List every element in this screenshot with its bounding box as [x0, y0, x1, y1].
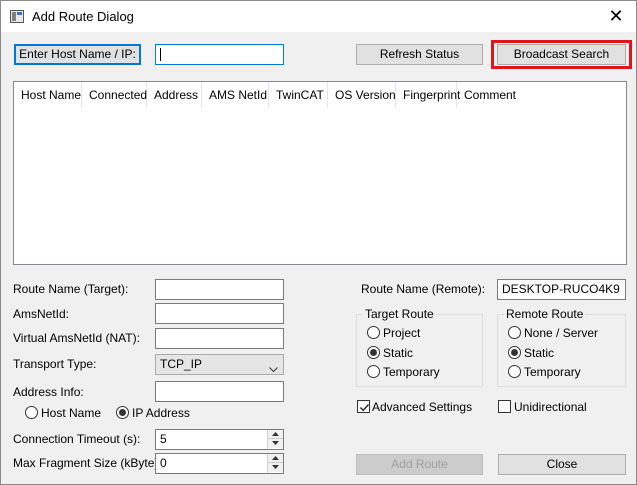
chevron-down-icon	[269, 360, 278, 373]
spin-down-icon[interactable]	[268, 439, 283, 448]
connection-timeout-spin-buttons	[267, 430, 283, 449]
transport-type-select[interactable]: TCP_IP	[155, 354, 284, 375]
max-fragment-label: Max Fragment Size (kByte):	[13, 456, 162, 470]
refresh-status-button[interactable]: Refresh Status	[356, 44, 483, 65]
connection-timeout-stepper[interactable]: 5	[155, 429, 284, 450]
close-button[interactable]: Close	[498, 454, 626, 475]
connection-timeout-label: Connection Timeout (s):	[13, 432, 141, 446]
address-info-label: Address Info:	[13, 385, 84, 399]
route-name-target-input[interactable]	[155, 279, 284, 300]
virtual-amsnetid-input[interactable]	[155, 328, 284, 349]
spin-up-icon[interactable]	[268, 454, 283, 463]
max-fragment-value: 0	[160, 456, 167, 470]
column-fingerprint[interactable]: Fingerprint	[396, 82, 460, 108]
host-list-table[interactable]: Host Name Connected Address AMS NetId Tw…	[13, 81, 627, 265]
remote-route-group: Remote Route None / Server Static Tempor…	[497, 307, 626, 387]
remote-route-none-radio[interactable]	[508, 326, 521, 339]
unidirectional-label: Unidirectional	[514, 400, 587, 414]
remote-route-none-label: None / Server	[524, 326, 599, 340]
broadcast-search-button[interactable]: Broadcast Search	[497, 44, 626, 65]
window-title: Add Route Dialog	[32, 9, 134, 24]
add-route-button[interactable]: Add Route	[356, 454, 483, 475]
route-name-target-label: Route Name (Target):	[13, 282, 129, 296]
app-window-icon	[10, 10, 24, 23]
amsnetid-input[interactable]	[155, 303, 284, 324]
column-comment[interactable]: Comment	[457, 82, 628, 108]
enter-host-button[interactable]: Enter Host Name / IP:	[14, 44, 141, 65]
remote-route-title: Remote Route	[504, 307, 586, 321]
title-bar: Add Route Dialog ✕	[1, 1, 636, 32]
radio-host-name-label: Host Name	[41, 406, 102, 420]
spin-up-icon[interactable]	[268, 430, 283, 439]
target-route-static-radio[interactable]	[367, 346, 380, 359]
column-os-version[interactable]: OS Version	[328, 82, 396, 108]
transport-type-label: Transport Type:	[13, 357, 97, 371]
unidirectional-checkbox[interactable]	[498, 400, 511, 413]
target-route-group: Target Route Project Static Temporary	[356, 307, 483, 387]
radio-host-name[interactable]	[25, 406, 38, 419]
virtual-amsnetid-label: Virtual AmsNetId (NAT):	[13, 331, 140, 345]
add-route-dialog: Add Route Dialog ✕ Enter Host Name / IP:…	[0, 0, 637, 485]
remote-route-temporary-label: Temporary	[524, 365, 581, 379]
target-route-static-label: Static	[383, 346, 414, 360]
advanced-settings-checkbox[interactable]	[357, 400, 370, 413]
column-address[interactable]: Address	[147, 82, 202, 108]
amsnetid-label: AmsNetId:	[13, 307, 70, 321]
target-route-project-label: Project	[383, 326, 421, 340]
column-ams-netid[interactable]: AMS NetId	[202, 82, 269, 108]
target-route-project-radio[interactable]	[367, 326, 380, 339]
column-connected[interactable]: Connected	[82, 82, 147, 108]
remote-route-static-radio[interactable]	[508, 346, 521, 359]
target-route-title: Target Route	[363, 307, 436, 321]
column-host-name[interactable]: Host Name	[14, 82, 82, 108]
radio-ip-address[interactable]	[116, 406, 129, 419]
remote-route-static-label: Static	[524, 346, 555, 360]
table-header: Host Name Connected Address AMS NetId Tw…	[14, 82, 626, 108]
check-icon	[359, 404, 370, 412]
spin-down-icon[interactable]	[268, 463, 283, 472]
transport-type-value: TCP_IP	[160, 357, 203, 371]
host-input[interactable]	[155, 44, 284, 65]
advanced-settings-label: Advanced Settings	[372, 400, 473, 414]
remote-route-temporary-radio[interactable]	[508, 365, 521, 378]
max-fragment-stepper[interactable]: 0	[155, 453, 284, 474]
target-route-temporary-radio[interactable]	[367, 365, 380, 378]
text-caret	[160, 48, 161, 62]
address-info-input[interactable]	[155, 381, 284, 402]
route-name-remote-input[interactable]: DESKTOP-RUCO4K9	[497, 279, 626, 300]
route-name-remote-label: Route Name (Remote):	[361, 282, 486, 296]
target-route-temporary-label: Temporary	[383, 365, 440, 379]
close-icon[interactable]: ✕	[596, 1, 636, 32]
connection-timeout-value: 5	[160, 432, 167, 446]
column-twincat[interactable]: TwinCAT	[269, 82, 328, 108]
radio-ip-address-label: IP Address	[132, 406, 190, 420]
max-fragment-spin-buttons	[267, 454, 283, 473]
